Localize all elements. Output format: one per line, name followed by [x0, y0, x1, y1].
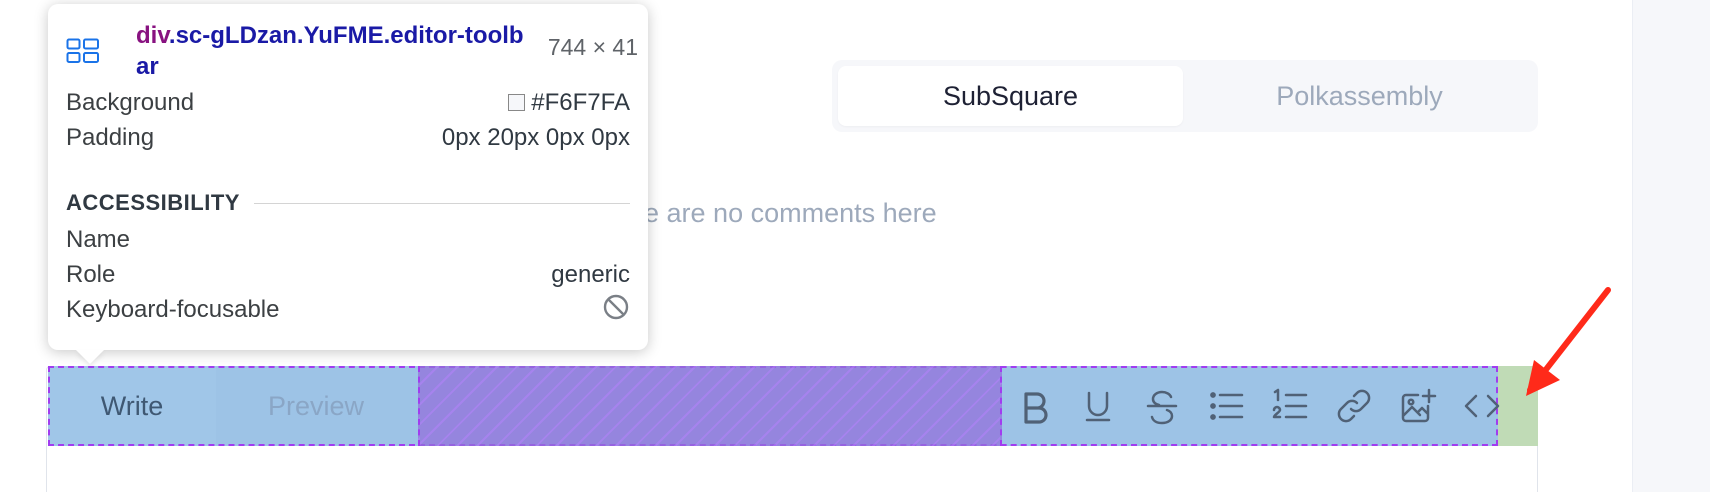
right-gutter [1632, 0, 1710, 492]
element-selector: div.sc-gLDzan.YuFME.editor-toolbar [136, 20, 526, 82]
empty-comments-text: ere are no comments here [620, 198, 937, 228]
tab-write[interactable] [48, 366, 216, 446]
background-row: Background #F6F7FA [66, 86, 630, 120]
background-label: Background [66, 89, 195, 116]
background-value: #F6F7FA [531, 89, 630, 116]
name-row: Name [66, 223, 630, 257]
bullet-list-icon[interactable] [1194, 366, 1258, 446]
numbered-list-icon[interactable] [1258, 366, 1322, 446]
tab-preview[interactable] [216, 366, 416, 446]
section-divider [253, 202, 630, 204]
keyboard-focusable-label: Keyboard-focusable [66, 296, 280, 323]
inspector-tooltip: div.sc-gLDzan.YuFME.editor-toolbar 744 ×… [48, 4, 648, 350]
accessibility-section: ACCESSIBILITY [66, 188, 630, 218]
grid-layout-icon [66, 38, 99, 63]
tab-polkassembly[interactable]: Polkassembly [1187, 66, 1532, 126]
underline-icon[interactable] [1066, 366, 1130, 446]
name-label: Name [66, 226, 131, 253]
role-row: Role generic [66, 258, 630, 292]
source-switch: SubSquare Polkassembly [832, 60, 1538, 132]
keyboard-focusable-row: Keyboard-focusable [66, 293, 630, 327]
image-add-icon[interactable] [1386, 366, 1450, 446]
color-swatch [508, 94, 526, 111]
code-icon[interactable] [1450, 366, 1514, 446]
bold-icon[interactable] [1002, 366, 1066, 446]
background-value-wrap: #F6F7FA [508, 89, 630, 117]
page: SubSquare Polkassembly ere are no commen… [0, 0, 1710, 492]
role-label: Role [66, 261, 116, 288]
accessibility-title: ACCESSIBILITY [66, 190, 240, 215]
element-size: 744 × 41 [547, 34, 638, 60]
role-value: generic [551, 261, 630, 288]
formatting-icons [1002, 366, 1514, 446]
padding-value: 0px 20px 0px 0px [441, 124, 630, 151]
selector-tag: div [136, 22, 169, 49]
tab-subsquare[interactable]: SubSquare [838, 66, 1183, 126]
not-focusable-icon [602, 293, 630, 328]
tooltip-header: div.sc-gLDzan.YuFME.editor-toolbar 744 ×… [66, 20, 638, 82]
padding-row: Padding 0px 20px 0px 0px [66, 121, 630, 155]
red-arrow-annotation [1526, 287, 1611, 396]
padding-label: Padding [66, 124, 155, 151]
link-icon[interactable] [1322, 366, 1386, 446]
strikethrough-icon[interactable] [1130, 366, 1194, 446]
selector-classes: .sc-gLDzan.YuFME.editor-toolbar [136, 22, 524, 80]
